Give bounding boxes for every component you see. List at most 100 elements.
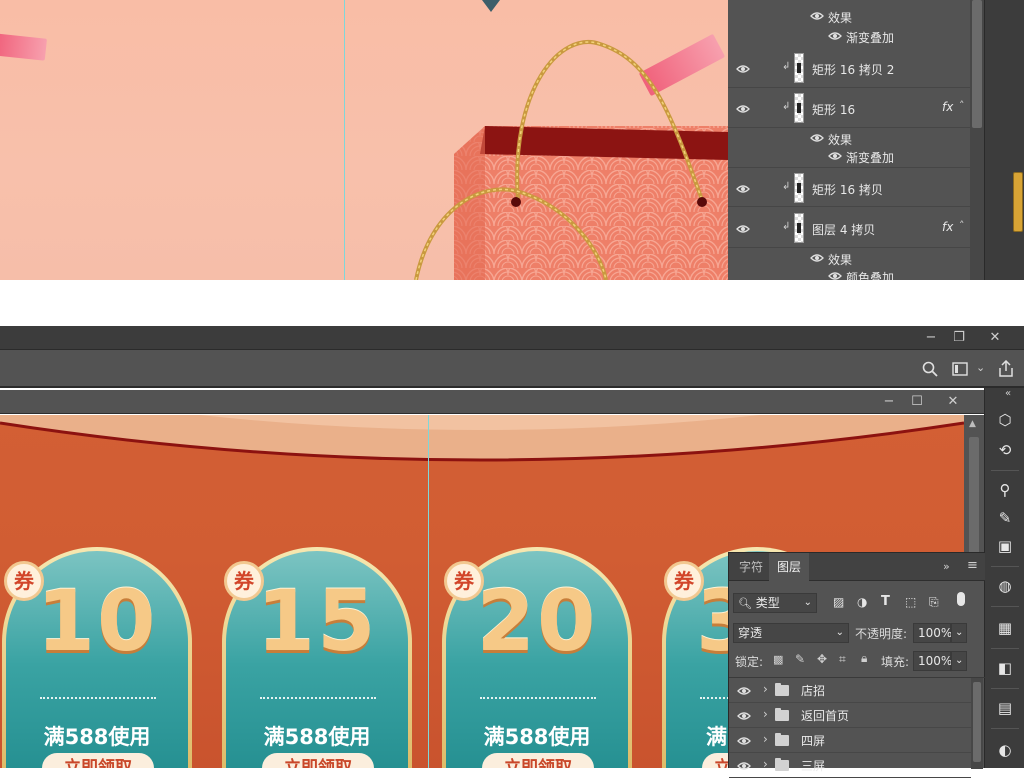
dotted-divider <box>40 697 156 699</box>
claim-button[interactable]: 立即领取 <box>42 753 154 768</box>
eye-icon[interactable] <box>828 31 842 41</box>
adjustment-filter-icon[interactable]: ◑ <box>857 595 867 609</box>
layer-thumbnail <box>794 173 804 203</box>
top-screenshot: 效果 渐变叠加 ↲ 矩形 16 拷贝 2 ↲ 矩形 16 fx ˄ 效果 渐变叠… <box>0 0 1024 280</box>
eye-icon[interactable] <box>737 711 751 721</box>
adjustments-icon[interactable]: ◐ <box>993 738 1017 762</box>
layer-row[interactable]: ↲ 矩形 16 拷贝 2 <box>728 48 970 88</box>
tab-layers[interactable]: 图层 <box>769 553 810 581</box>
claim-button[interactable]: 立即领取 <box>262 753 374 768</box>
scrollbar-thumb[interactable] <box>972 0 982 128</box>
lock-all-icon[interactable]: 🔒︎ <box>861 651 867 666</box>
fx-icon[interactable]: fx <box>942 100 953 114</box>
folder-icon <box>775 733 789 746</box>
search-icon[interactable] <box>922 361 938 377</box>
effect-row: 颜色叠加 <box>728 266 970 280</box>
share-icon[interactable] <box>998 360 1014 378</box>
eye-icon[interactable] <box>736 183 750 195</box>
chevron-right-icon[interactable]: › <box>763 682 768 696</box>
chevron-down-icon: ⌄ <box>835 627 844 638</box>
tab-character[interactable]: 字符 <box>731 553 771 581</box>
window-titlebar: − ❐ ✕ <box>0 326 1024 350</box>
layer-row[interactable]: ↲ 矩形 16 fx ˄ <box>728 88 970 128</box>
layer-group-row[interactable]: › 三屏 <box>729 753 971 778</box>
lock-label: 锁定: <box>735 655 764 669</box>
lock-pixels-icon[interactable]: ✎ <box>795 652 805 666</box>
gradients-icon[interactable]: ◧ <box>993 656 1017 680</box>
lock-position-icon[interactable]: ✥ <box>817 652 827 666</box>
expand-icon[interactable]: » <box>943 560 950 573</box>
right-dock <box>984 0 1024 280</box>
panel-menu-icon[interactable]: ≡ <box>967 558 978 573</box>
eye-icon[interactable] <box>736 63 750 75</box>
fx-icon[interactable]: fx <box>942 220 953 234</box>
image-filter-icon[interactable]: ▨ <box>833 595 844 609</box>
layer-row[interactable]: ↲ 图层 4 拷贝 fx ˄ <box>728 208 970 248</box>
filter-toggle-icon[interactable] <box>957 592 965 606</box>
doc-minimize-button[interactable]: − <box>878 393 900 411</box>
eye-icon[interactable] <box>736 103 750 115</box>
doc-restore-button[interactable]: ☐ <box>906 393 928 411</box>
chevron-up-icon[interactable]: ˄ <box>959 99 965 112</box>
close-button[interactable]: ✕ <box>984 329 1006 347</box>
table-icon[interactable]: ▤ <box>993 696 1017 720</box>
blend-mode-value: 穿透 <box>738 626 763 640</box>
claim-button[interactable]: 立即领取 <box>482 753 594 768</box>
layers-scrollbar[interactable] <box>970 0 984 280</box>
eye-icon[interactable] <box>828 271 842 280</box>
doc-close-button[interactable]: ✕ <box>942 393 964 411</box>
layer-group-row[interactable]: › 返回首页 <box>729 703 971 728</box>
clip-link-icon: ↲ <box>782 101 791 112</box>
eye-icon[interactable] <box>810 133 824 143</box>
fill-field[interactable]: 100% <box>913 651 952 671</box>
scroll-up-icon[interactable]: ▲ <box>969 419 976 429</box>
color-icon[interactable]: ◍ <box>993 574 1017 598</box>
layers-scrollbar[interactable] <box>971 678 983 769</box>
3d-icon[interactable]: ⬡ <box>993 408 1017 432</box>
chevron-up-icon[interactable]: ˄ <box>959 219 965 232</box>
minimize-button[interactable]: − <box>920 329 942 347</box>
fill-dropdown[interactable]: ⌄ <box>951 651 967 671</box>
opacity-dropdown[interactable]: ⌄ <box>951 623 967 643</box>
scrollbar-thumb[interactable] <box>973 682 981 762</box>
clip-link-icon: ↲ <box>782 221 791 232</box>
filter-kind-select[interactable]: 🔍︎ 类型 ⌄ <box>733 593 817 613</box>
workspace-icon[interactable] <box>952 362 968 376</box>
chevron-right-icon[interactable]: › <box>763 707 768 721</box>
brush-icon[interactable]: ✎ <box>993 506 1017 530</box>
chevron-right-icon[interactable]: › <box>763 757 768 771</box>
layer-group-row[interactable]: › 店招 <box>729 678 971 703</box>
brush-settings-icon[interactable]: ⚲ <box>993 478 1017 502</box>
top-canvas <box>0 0 728 280</box>
eye-icon[interactable] <box>828 151 842 161</box>
shape-filter-icon[interactable]: ⬚ <box>905 595 916 609</box>
eye-icon[interactable] <box>737 686 751 696</box>
eye-icon[interactable] <box>737 736 751 746</box>
layer-thumbnail <box>794 93 804 123</box>
eye-icon[interactable] <box>810 253 824 263</box>
effect-name: 渐变叠加 <box>846 151 895 165</box>
history-icon[interactable]: ⟲ <box>993 438 1017 462</box>
chevron-right-icon[interactable]: › <box>763 732 768 746</box>
clip-link-icon: ↲ <box>782 61 791 72</box>
chevron-down-icon[interactable]: ⌄ <box>976 361 985 374</box>
collapse-icon[interactable]: « <box>1005 388 1011 399</box>
eye-icon[interactable] <box>736 223 750 235</box>
top-layers-panel: 效果 渐变叠加 ↲ 矩形 16 拷贝 2 ↲ 矩形 16 fx ˄ 效果 渐变叠… <box>728 0 970 280</box>
type-filter-icon[interactable]: T <box>881 594 890 609</box>
eye-icon[interactable] <box>810 11 824 21</box>
restore-button[interactable]: ❐ <box>948 329 970 347</box>
lock-transparency-icon[interactable]: ▩ <box>773 653 783 666</box>
clone-source-icon[interactable]: ▣ <box>993 534 1017 558</box>
layer-group-row[interactable]: › 四屏 <box>729 728 971 753</box>
lock-artboard-icon[interactable]: ⌗ <box>839 652 846 667</box>
opacity-field[interactable]: 100% <box>913 623 952 643</box>
scrollbar-thumb[interactable] <box>969 437 979 557</box>
effects-label: 效果 <box>828 11 853 25</box>
color-swatch[interactable] <box>1013 172 1023 232</box>
blend-mode-select[interactable]: 穿透 ⌄ <box>733 623 849 643</box>
layer-row[interactable]: ↲ 矩形 16 拷贝 <box>728 167 970 207</box>
swatches-icon[interactable]: ▦ <box>993 616 1017 640</box>
eye-icon[interactable] <box>737 761 751 771</box>
smart-object-filter-icon[interactable]: ⎘ <box>929 595 939 610</box>
